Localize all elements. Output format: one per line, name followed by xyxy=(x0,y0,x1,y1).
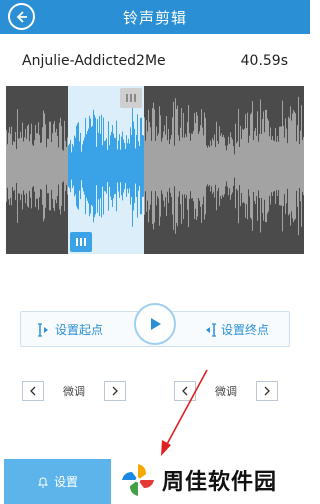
watermark-text: 周佳软件园 xyxy=(162,470,278,495)
set-end-label: 设置终点 xyxy=(220,323,269,337)
end-fine-tune: 微调 xyxy=(174,380,278,402)
page-title: 铃声剪辑 xyxy=(122,9,187,27)
fine-tune-label: 微调 xyxy=(215,385,237,398)
fine-tune-label: 微调 xyxy=(63,385,85,398)
set-end-button[interactable]: 设置终点 xyxy=(203,321,269,338)
grip-icon xyxy=(76,238,86,246)
set-start-button[interactable]: 设置起点 xyxy=(37,321,103,338)
end-increase-button[interactable] xyxy=(256,381,278,401)
start-increase-button[interactable] xyxy=(104,381,126,401)
play-icon xyxy=(151,318,161,330)
set-ringtone-button[interactable]: 设置 xyxy=(4,459,111,504)
waveform xyxy=(6,86,304,254)
selection-start-handle[interactable] xyxy=(70,232,92,252)
end-decrease-button[interactable] xyxy=(174,381,196,401)
chevron-left-icon xyxy=(182,386,188,396)
set-start-label: 设置起点 xyxy=(55,323,104,337)
pinwheel-logo-icon xyxy=(122,464,154,496)
waveform-editor[interactable] xyxy=(6,86,304,254)
set-end-icon xyxy=(205,322,216,337)
play-button[interactable] xyxy=(134,303,176,345)
app-header: 铃声剪辑 xyxy=(0,0,310,34)
chevron-right-icon xyxy=(112,386,118,396)
track-duration: 40.59s xyxy=(240,53,288,69)
start-fine-tune: 微调 xyxy=(22,380,126,402)
selection-end-handle[interactable] xyxy=(120,88,142,108)
chevron-left-icon xyxy=(30,386,36,396)
ringtone-editor-screen: 铃声剪辑 Anjulie-Addicted2Me 40.59s 设置起点 设置终… xyxy=(0,0,310,504)
grip-icon xyxy=(126,94,136,102)
set-start-icon xyxy=(38,322,48,337)
track-name: Anjulie-Addicted2Me xyxy=(22,53,166,69)
watermark-logo: 周佳软件园 xyxy=(118,458,308,502)
set-ringtone-label: 设置 xyxy=(53,475,78,489)
bell-icon xyxy=(37,476,49,487)
chevron-right-icon xyxy=(264,386,270,396)
start-decrease-button[interactable] xyxy=(22,381,44,401)
